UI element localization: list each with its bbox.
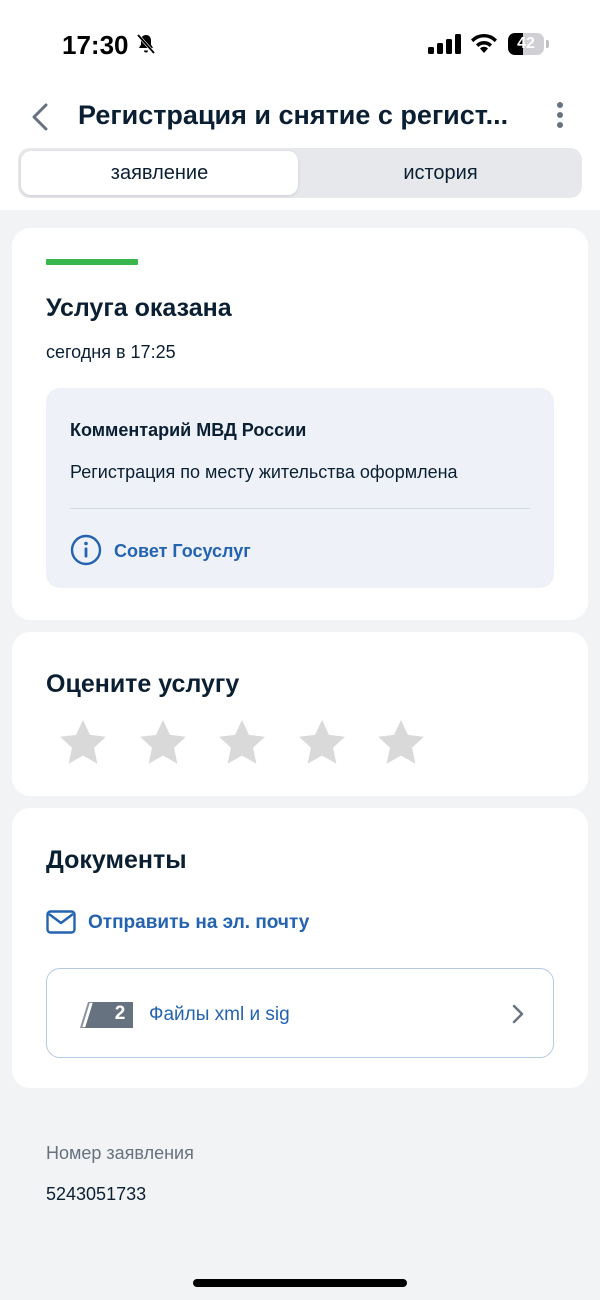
back-arrow-icon[interactable] [28, 102, 54, 132]
bell-muted-icon [136, 34, 156, 54]
star-icon[interactable] [56, 716, 110, 770]
rating-title: Оцените услугу [46, 670, 240, 698]
documents-card: Документы Отправить на эл. почту 2 Файлы… [12, 808, 588, 1088]
application-number-label: Номер заявления [46, 1143, 194, 1163]
status-card: Услуга оказана сегодня в 17:25 Комментар… [12, 228, 588, 620]
chevron-right-icon [512, 1004, 524, 1024]
star-icon[interactable] [215, 716, 269, 770]
segmented-tabs: заявление история [18, 148, 582, 198]
more-vertical-icon[interactable] [552, 102, 568, 132]
star-icon[interactable] [374, 716, 428, 770]
cellular-signal-icon [428, 34, 461, 54]
page-title: Регистрация и снятие с регист... [78, 100, 509, 130]
send-email-link[interactable]: Отправить на эл. почту [88, 912, 309, 934]
star-icon[interactable] [136, 716, 190, 770]
comment-title: Комментарий МВД России [70, 420, 307, 440]
info-icon [70, 534, 102, 566]
wifi-icon [471, 33, 497, 53]
comment-text: Регистрация по месту жительства оформлен… [70, 462, 458, 482]
tab-application[interactable]: заявление [21, 151, 298, 195]
status-time: 17:30 [62, 30, 129, 60]
app-header: Регистрация и снятие с регист... заявлен… [0, 90, 600, 210]
mail-icon[interactable] [46, 910, 76, 934]
status-bar: 17:30 42 [0, 0, 600, 90]
application-number: 5243051733 [46, 1184, 147, 1204]
status-time-label: сегодня в 17:25 [46, 342, 176, 362]
home-indicator [193, 1279, 407, 1287]
gosuslugi-tip-link[interactable]: Совет Госуслуг [114, 541, 251, 562]
battery-indicator: 42 [508, 33, 549, 55]
rating-card: Оцените услугу [12, 632, 588, 796]
comment-box: Комментарий МВД России Регистрация по ме… [46, 388, 554, 588]
files-button[interactable]: 2 Файлы xml и sig [46, 968, 554, 1058]
divider [70, 508, 530, 509]
status-progress-line [46, 259, 138, 265]
status-title: Услуга оказана [46, 294, 232, 322]
files-count: 2 [114, 1003, 126, 1024]
tab-history[interactable]: история [302, 151, 579, 195]
star-icon[interactable] [295, 716, 349, 770]
documents-title: Документы [46, 846, 187, 874]
files-label: Файлы xml и sig [149, 1004, 290, 1025]
battery-level: 42 [517, 35, 535, 52]
